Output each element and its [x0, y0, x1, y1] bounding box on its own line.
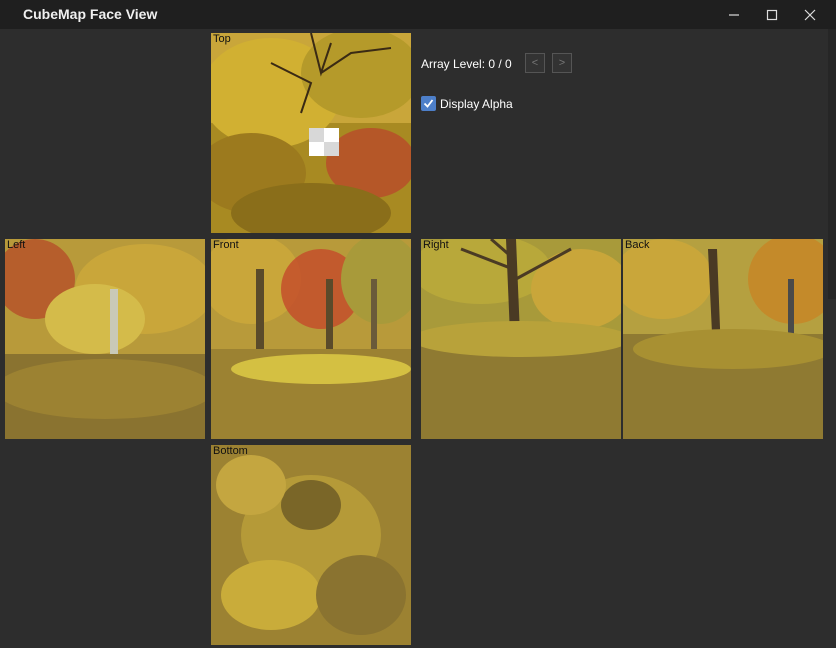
- face-label-front: Front: [213, 239, 239, 251]
- face-top: Top: [211, 33, 411, 233]
- array-level-label: Array Level: 0 / 0: [421, 57, 512, 71]
- face-label-top: Top: [213, 33, 231, 45]
- background-window-edge: [828, 29, 836, 299]
- maximize-icon: [766, 9, 778, 21]
- minimize-icon: [729, 14, 739, 16]
- close-icon: [804, 9, 816, 21]
- face-bottom: Bottom: [211, 445, 411, 645]
- face-label-left: Left: [7, 239, 26, 251]
- display-alpha-checkbox[interactable]: [421, 96, 436, 111]
- face-label-right: Right: [423, 239, 449, 251]
- window-title: CubeMap Face View: [23, 6, 158, 22]
- title-bar[interactable]: CubeMap Face View: [0, 0, 836, 29]
- face-label-back: Back: [625, 239, 650, 251]
- face-left: Left: [5, 239, 205, 439]
- close-button[interactable]: [791, 0, 829, 29]
- minimize-button[interactable]: [715, 0, 753, 29]
- next-array-level-button[interactable]: >: [552, 53, 572, 73]
- face-front: Front: [211, 239, 411, 439]
- prev-array-level-button[interactable]: <: [525, 53, 545, 73]
- face-back: Back: [623, 239, 823, 439]
- face-label-bottom: Bottom: [213, 445, 248, 457]
- checkmark-icon: [423, 99, 434, 108]
- face-right: Right: [421, 239, 621, 439]
- maximize-button[interactable]: [753, 0, 791, 29]
- display-alpha-label[interactable]: Display Alpha: [440, 97, 513, 111]
